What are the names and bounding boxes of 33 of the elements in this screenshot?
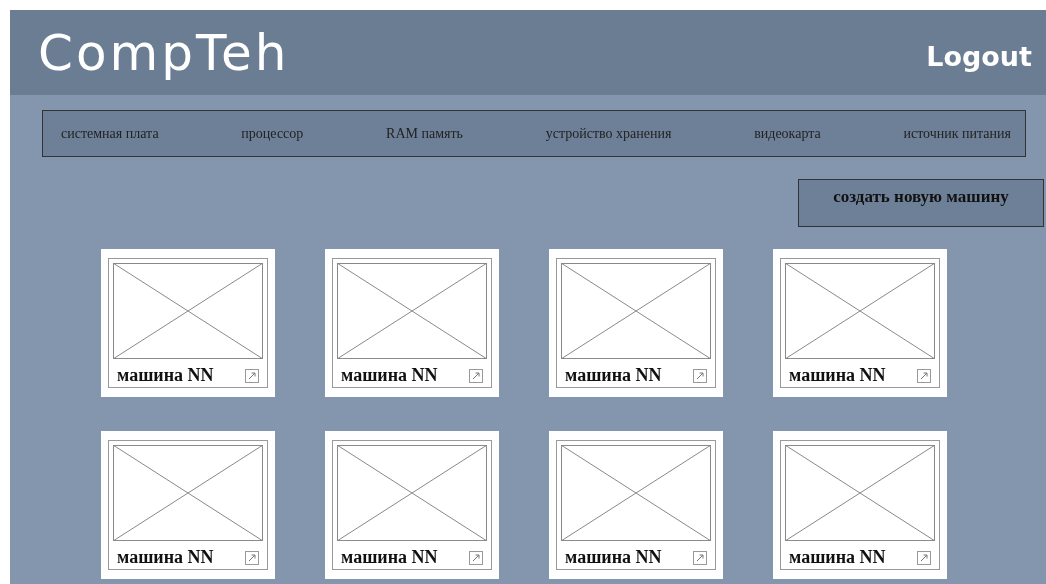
external-link-icon[interactable] (469, 550, 483, 565)
nav-link[interactable]: видеокарта (754, 125, 821, 142)
machine-title: машина NN (341, 547, 438, 568)
nav-link[interactable]: RAM память (386, 125, 463, 142)
external-link-icon[interactable] (245, 550, 259, 565)
logo: CompTeh (38, 23, 290, 82)
external-link-icon[interactable] (917, 550, 931, 565)
machine-card[interactable]: машина NN (773, 431, 947, 579)
external-link-icon[interactable] (917, 368, 931, 383)
external-link-icon[interactable] (245, 368, 259, 383)
external-link-icon[interactable] (469, 368, 483, 383)
machine-title: машина NN (789, 547, 886, 568)
machine-card[interactable]: машина NN (101, 249, 275, 397)
machine-card[interactable]: машина NN (549, 431, 723, 579)
nav-link[interactable]: устройство хранения (545, 125, 672, 142)
machine-card[interactable]: машина NN (325, 249, 499, 397)
machine-title: машина NN (565, 547, 662, 568)
machine-title: машина NN (341, 365, 438, 386)
external-link-icon[interactable] (693, 368, 707, 383)
logout-link[interactable]: Logout (926, 41, 1032, 72)
external-link-icon[interactable] (693, 550, 707, 565)
machine-title: машина NN (117, 547, 214, 568)
machine-card[interactable]: машина NN (549, 249, 723, 397)
machine-card[interactable]: машина NN (773, 249, 947, 397)
machine-title: машина NN (789, 365, 886, 386)
nav-link[interactable]: источник питания (903, 125, 1011, 142)
machine-card[interactable]: машина NN (325, 431, 499, 579)
create-machine-button[interactable]: создать новую машину (798, 179, 1044, 227)
nav-link[interactable]: процессор (241, 125, 304, 142)
nav-link[interactable]: системная плата (61, 125, 159, 142)
machine-title: машина NN (117, 365, 214, 386)
machine-card[interactable]: машина NN (101, 431, 275, 579)
machine-title: машина NN (565, 365, 662, 386)
